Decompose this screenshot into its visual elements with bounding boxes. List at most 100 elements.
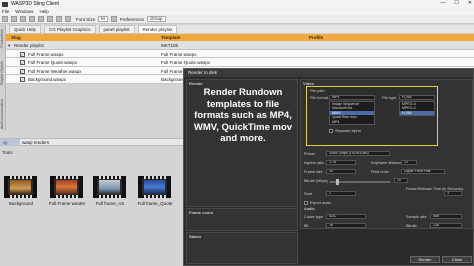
column-slug[interactable]: Slug [11,35,21,40]
sidebar-item-aux[interactable]: Aux [0,123,6,129]
tab-wasp-renders[interactable]: wasp renders [22,140,49,145]
preferences-icon[interactable] [110,16,117,22]
row-slug: Full Frame Weather.waspx [28,68,82,74]
thumbnail-image [56,180,77,194]
expand-icon[interactable]: ▾ [8,43,10,49]
maximize-button[interactable]: ☐ [454,0,458,6]
column-template[interactable]: Template [161,35,180,40]
frame-count-label: Frame count [189,210,214,215]
status-section: Status [186,232,298,264]
thumbnail-label: Full frame_AS [95,201,125,206]
row-template: MKT106 [161,43,179,48]
aspect-ratio-field[interactable]: 1.78 [326,160,356,165]
tab-cg-playlist-graphics[interactable]: CG Playlist Graphics [44,24,96,34]
slider-knob[interactable] [336,179,339,185]
open-icon[interactable] [11,16,17,22]
table-row[interactable]: ✓ Full Frame Quote.waspx Full Frame Quot… [6,58,474,67]
file-format-label: File format [310,96,328,100]
list-icon[interactable] [38,16,44,22]
close-window-button[interactable]: ✕ [468,0,472,6]
file-format-select[interactable]: MP4 [329,95,375,100]
preset-select[interactable]: 1080i 30fps (1920x1080) [326,151,390,156]
close-button[interactable]: Close [442,256,472,263]
menu-file[interactable]: File [2,9,9,14]
menu-help[interactable]: Help [40,9,49,14]
table-row[interactable]: ▾ Render playlist MKT106 [6,41,474,50]
thumbnail-image [144,180,165,194]
row-slug: Render playlist [14,43,44,48]
keyframe-distance-label: Keyframe distance [371,161,403,165]
stop-icon[interactable] [56,16,62,22]
codec-type-label: Codec type [304,215,324,219]
pause-release-field[interactable]: 3 [444,191,462,196]
bit-label: Bit [304,224,309,228]
row-checkbox[interactable]: ✓ [20,77,25,83]
thumbnail-label: Full Frame weater [48,201,86,206]
row-checkbox[interactable]: ✓ [20,51,25,57]
thumbnail-full-frame-as[interactable] [93,176,126,198]
dialog-title: Render to disk [184,69,473,77]
table-row[interactable]: ✓ Full Frame.waspx Full Frame.waspx [6,49,474,59]
row-checkbox[interactable]: ✓ [20,60,25,66]
type-option-selected[interactable]: H.264 [400,110,434,116]
frame-rate-field[interactable]: 25 [326,169,356,174]
tab-quick-help[interactable]: Quick Help [9,24,42,34]
menu-windows[interactable]: Windows [15,9,33,14]
grid-icon[interactable] [29,16,35,22]
tab-xy[interactable]: xy [0,139,20,146]
menu-bar: File Windows Help [0,8,474,15]
frame-count-section: Frame count [186,208,298,231]
format-option[interactable]: MP4 [330,120,374,124]
minimize-button[interactable]: — [440,0,445,6]
start-field[interactable]: 1 [326,191,356,196]
new-icon[interactable] [2,16,8,22]
status-label: Status [189,234,202,239]
bit-select[interactable]: 16 [326,223,366,228]
tab-panel-playlist[interactable]: panel playlist [98,24,135,34]
codec-type-select[interactable]: AAC [326,214,366,219]
frame-rate-label: Frame rate [304,170,323,174]
thumbnail-label: Background [8,201,34,206]
preset-label: Preset [304,152,315,156]
thumbnail-background[interactable] [4,176,37,198]
title-bar: WASP3D Sting Client — ☐ ✕ [0,0,474,8]
preferences-button[interactable]: Preferences [120,17,144,22]
group-select[interactable]: Group [147,16,166,22]
font-size-label: Font Size [76,16,96,22]
render-section-label: Render [189,81,203,86]
file-format-list[interactable]: Image Sequence Microsoft Avi WMV QuickTi… [329,101,375,125]
keyframe-distance-field[interactable]: 12 [401,160,417,165]
window-title: WASP3D Sting Client [11,1,59,7]
toolbar: Font Size M Preferences Group [0,15,474,24]
row-slug: Full Frame.waspx [28,51,64,57]
sidebar-item-communication[interactable]: Communication [0,99,6,123]
row-slug: Background.waspx [28,77,67,83]
thumbnail-full-frame-weater[interactable] [50,176,83,198]
save-icon[interactable] [20,16,26,22]
export-audio-checkbox[interactable] [304,201,308,205]
bitrate-field[interactable]: 10 [394,178,408,183]
field-order-label: Field order [371,170,390,174]
aspect-ratio-label: Aspect ratio [304,161,325,165]
column-profile[interactable]: Profile [309,35,323,40]
export-audio-label: Export audio [310,201,332,205]
renders-gallery [0,157,185,266]
tab-bar: Quick Help CG Playlist Graphics panel pl… [6,24,474,34]
row-template: Full Frame.waspx [161,51,197,57]
tab-render-playlist[interactable]: Render playlist [137,24,178,34]
row-template: Full Frame Quote.waspx [161,60,211,66]
play-icon[interactable] [47,16,53,22]
font-size-select[interactable]: M [98,16,108,22]
sample-rate-select[interactable]: 48K [430,214,462,219]
row-checkbox[interactable]: ✓ [20,68,25,74]
thumbnail-full-frame-quote[interactable] [138,176,171,198]
render-button[interactable]: Render [410,256,440,263]
separate-alpha-checkbox[interactable] [329,129,333,133]
file-type-list[interactable]: MPEG-4 MPEG-2 H.264 [399,101,435,116]
refresh-icon[interactable] [65,16,71,22]
sample-rate-label: Sample rate [406,215,427,219]
audio-bitrate-select[interactable]: 128 [430,223,462,228]
file-type-select[interactable]: H.264 [399,95,435,100]
field-order-select[interactable]: Upper Field First [401,169,445,174]
bitrate-slider[interactable] [330,179,390,185]
